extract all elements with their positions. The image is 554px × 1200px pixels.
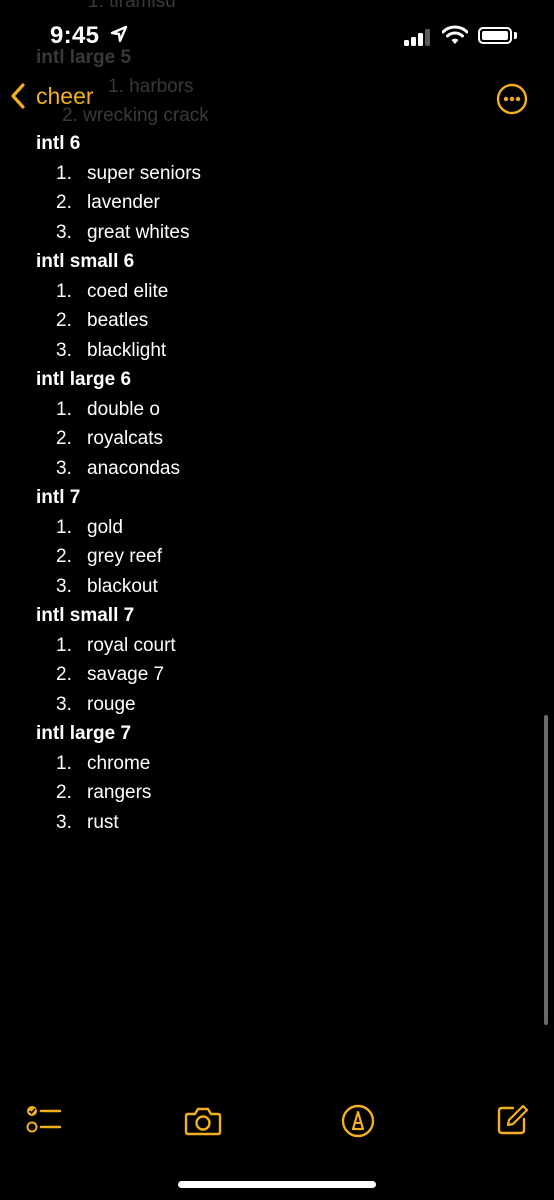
section-heading: intl small 7 — [36, 605, 135, 626]
list-item: 3. rust — [36, 811, 516, 841]
cellular-signal-icon — [404, 28, 436, 46]
list-item: 1. chrome — [36, 752, 516, 782]
list-item-number: 2. — [56, 782, 72, 803]
list-item-number: 3. — [56, 221, 72, 243]
list-item-text: gold — [87, 516, 123, 538]
section-heading: intl large 6 — [36, 369, 132, 390]
list-item-text: savage 7 — [87, 664, 165, 685]
section-heading: intl small 6 — [36, 251, 135, 272]
markup-icon[interactable] — [341, 1104, 375, 1138]
ghost-line: intl large 5 — [36, 47, 132, 68]
battery-icon — [478, 27, 512, 44]
list-item-text: royal court — [87, 634, 176, 656]
list-item: 1. gold — [36, 516, 516, 546]
home-indicator[interactable] — [178, 1181, 376, 1188]
list-item-number: 1. — [56, 634, 72, 656]
list-item-text: grey reef — [87, 546, 162, 567]
list-item-number: 2. — [56, 428, 72, 449]
list-item-text: rangers — [87, 782, 152, 803]
list-item: 1. coed elite — [36, 280, 516, 310]
list-item: 1. super seniors — [36, 162, 516, 192]
battery-tip — [514, 32, 517, 39]
list-item-number: 2. — [56, 310, 72, 331]
list-item: 2. lavender — [36, 191, 516, 221]
list-item-text: royalcats — [87, 428, 164, 449]
list-item-number: 3. — [56, 339, 72, 361]
list-item-number: 3. — [56, 693, 72, 715]
chevron-left-icon — [11, 83, 25, 109]
list-item-number: 1. — [56, 516, 72, 538]
list-item-number: 1. — [56, 280, 72, 302]
list-item: 3. blacklight — [36, 339, 516, 369]
back-button[interactable]: cheer — [10, 82, 94, 110]
list-item-text: coed elite — [87, 280, 169, 302]
list-item: 2. grey reef — [36, 545, 516, 575]
note-body[interactable]: intl 6 1. super seniors 2. lavender 3. great w… — [36, 132, 516, 840]
section-heading: intl large 7 — [36, 723, 132, 744]
list-item-number: 1. — [56, 162, 72, 184]
list-item: 1. double o — [36, 398, 516, 428]
list-item-number: 2. — [56, 664, 72, 685]
more-options-icon[interactable] — [496, 83, 528, 115]
list-item-text: rust — [87, 811, 119, 833]
location-arrow-icon — [110, 25, 128, 43]
list-item-number: 1. — [56, 398, 72, 420]
list-item: 2. rangers — [36, 781, 516, 811]
bottom-toolbar — [0, 1098, 554, 1148]
list-item-text: double o — [87, 398, 160, 420]
list-item-number: 3. — [56, 575, 72, 597]
section-heading: intl 7 — [36, 487, 81, 508]
list-item-number: 3. — [56, 457, 72, 479]
list-item-text: lavender — [87, 192, 160, 213]
ghost-line: 1. tiramisu — [88, 0, 176, 12]
scroll-indicator[interactable] — [544, 715, 548, 1025]
list-item: 1. royal court — [36, 634, 516, 664]
list-item-text: beatles — [87, 310, 149, 331]
list-item-number: 2. — [56, 546, 72, 567]
list-item: 2. savage 7 — [36, 663, 516, 693]
list-item-text: great whites — [87, 221, 190, 243]
list-item-text: blacklight — [87, 339, 167, 361]
list-item: 3. anacondas — [36, 457, 516, 487]
list-item-text: rouge — [87, 693, 136, 715]
list-item-text: anacondas — [87, 457, 180, 479]
camera-icon[interactable] — [184, 1106, 222, 1136]
navigation-bar: cheer — [0, 76, 554, 122]
checklist-icon[interactable] — [26, 1104, 62, 1134]
list-item-number: 3. — [56, 811, 72, 833]
list-item-text: blackout — [87, 575, 158, 597]
compose-icon[interactable] — [496, 1103, 530, 1137]
list-item: 3. great whites — [36, 221, 516, 251]
list-item: 2. beatles — [36, 309, 516, 339]
section-heading: intl 6 — [36, 133, 81, 154]
list-item: 3. rouge — [36, 693, 516, 723]
list-item: 3. blackout — [36, 575, 516, 605]
wifi-icon — [442, 25, 468, 44]
list-item-number: 2. — [56, 192, 72, 213]
status-time: 9:45 — [50, 22, 100, 49]
list-item-number: 1. — [56, 752, 72, 774]
list-item: 2. royalcats — [36, 427, 516, 457]
back-label: cheer — [36, 82, 94, 109]
list-item-text: super seniors — [87, 162, 202, 184]
list-item-text: chrome — [87, 752, 151, 774]
